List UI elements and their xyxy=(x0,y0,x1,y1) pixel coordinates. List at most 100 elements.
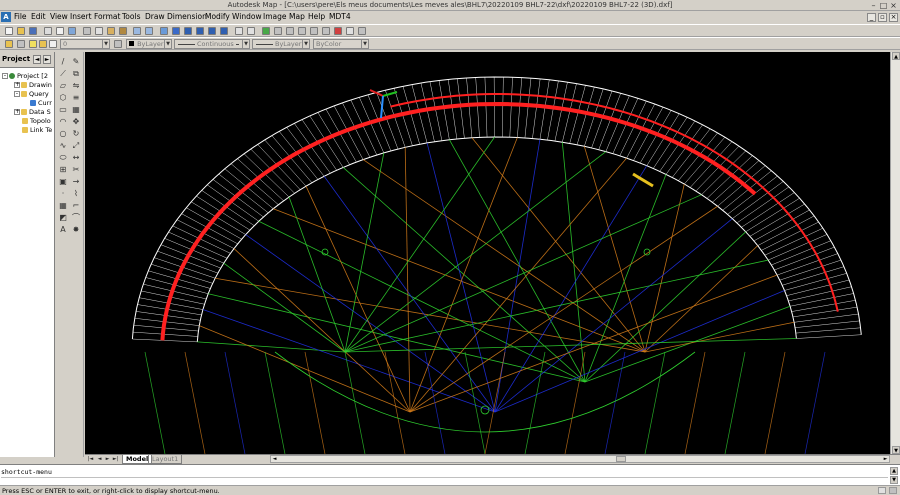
spline-icon[interactable]: ∿ xyxy=(59,142,67,150)
fillet-icon[interactable]: ⌒ xyxy=(72,214,80,222)
drawing-canvas[interactable] xyxy=(85,52,890,454)
new-icon[interactable] xyxy=(5,27,13,35)
tool-palettes-icon[interactable] xyxy=(322,27,330,35)
vertical-scrollbar[interactable]: ▲ ▼ xyxy=(890,52,900,454)
menu-map[interactable]: Map xyxy=(289,12,305,21)
chevron-left-icon[interactable]: ◄ xyxy=(33,55,41,64)
menu-dimension[interactable]: Dimension xyxy=(167,12,207,21)
cut-icon[interactable] xyxy=(83,27,91,35)
menu-insert[interactable]: Insert xyxy=(70,12,92,21)
save-icon[interactable] xyxy=(29,27,37,35)
design-center-icon[interactable] xyxy=(310,27,318,35)
hyperlink-icon[interactable] xyxy=(160,27,168,35)
calculator-icon[interactable] xyxy=(346,27,354,35)
trim-icon[interactable]: ✂ xyxy=(72,166,80,174)
erase-icon[interactable]: ✎ xyxy=(72,58,80,66)
polygon-icon[interactable]: ⬡ xyxy=(59,94,67,102)
array-icon[interactable]: ▦ xyxy=(72,106,80,114)
menu-view[interactable]: View xyxy=(50,12,68,21)
make-block-icon[interactable]: ▣ xyxy=(59,178,67,186)
copy-icon[interactable] xyxy=(95,27,103,35)
menu-image[interactable]: Image xyxy=(263,12,287,21)
close-icon[interactable]: × xyxy=(889,1,898,10)
insert-block-icon[interactable]: ⊞ xyxy=(59,166,67,174)
last-tab-icon[interactable]: ►| xyxy=(112,456,119,463)
chamfer-icon[interactable]: ⌐ xyxy=(72,202,80,210)
stretch-icon[interactable]: ↔ xyxy=(72,154,80,162)
properties-icon[interactable] xyxy=(298,27,306,35)
3d-orbit-icon[interactable] xyxy=(208,27,216,35)
layer-on-icon[interactable] xyxy=(29,40,37,48)
prev-tab-icon[interactable]: ◄ xyxy=(96,456,103,463)
layer-previous-icon[interactable] xyxy=(17,40,25,48)
zoom-realtime-icon[interactable] xyxy=(247,27,255,35)
mirror-icon[interactable]: ⇋ xyxy=(72,82,80,90)
minimize-icon[interactable]: – xyxy=(869,1,878,10)
menu-draw[interactable]: Draw xyxy=(145,12,165,21)
region-icon[interactable]: ◩ xyxy=(59,214,67,222)
undo-icon[interactable] xyxy=(133,27,141,35)
arc-icon[interactable]: ◠ xyxy=(59,118,67,126)
point-icon[interactable]: · xyxy=(59,190,67,198)
maximize-icon[interactable]: □ xyxy=(879,1,888,10)
plotstyle-dropdown[interactable]: ByColor ▼ xyxy=(313,39,369,49)
match-properties-icon[interactable] xyxy=(119,27,127,35)
tree-item-data-sources[interactable]: + Data S xyxy=(14,108,51,116)
layer-manager-icon[interactable] xyxy=(5,40,13,48)
tree-root[interactable]: - Project [2 xyxy=(2,72,48,80)
print-icon[interactable] xyxy=(44,27,52,35)
ucs-icon[interactable] xyxy=(172,27,180,35)
mdi-restore-icon[interactable]: ▫ xyxy=(878,13,887,22)
shade-icon[interactable] xyxy=(220,27,228,35)
rectangle-icon[interactable]: ▭ xyxy=(59,106,67,114)
linetype-dropdown[interactable]: Continuous ▼ xyxy=(174,39,250,49)
app-icon[interactable]: A xyxy=(1,12,11,22)
collapse-icon[interactable]: - xyxy=(2,73,8,79)
zoom-extents-icon[interactable] xyxy=(286,27,294,35)
markup-icon[interactable] xyxy=(334,27,342,35)
text-icon[interactable]: A xyxy=(59,226,67,234)
next-tab-icon[interactable]: ► xyxy=(104,456,111,463)
mdi-minimize-icon[interactable]: _ xyxy=(867,13,876,22)
construction-line-icon[interactable]: ⟋ xyxy=(59,70,67,78)
tray-settings-icon[interactable] xyxy=(878,487,886,494)
object-snap-icon[interactable] xyxy=(184,27,192,35)
layer-dropdown[interactable]: 0 ▼ xyxy=(60,39,110,49)
menu-file[interactable]: File xyxy=(14,12,27,21)
command-input[interactable] xyxy=(1,477,888,484)
scale-icon[interactable]: ⤢ xyxy=(72,142,80,150)
scroll-up-icon[interactable]: ▲ xyxy=(890,467,898,475)
menu-format[interactable]: Format xyxy=(94,12,120,21)
copy-icon[interactable]: ⧉ xyxy=(72,70,80,78)
named-views-icon[interactable] xyxy=(196,27,204,35)
tree-item-drawings[interactable]: + Drawin xyxy=(14,81,52,89)
zoom-previous-icon[interactable] xyxy=(274,27,282,35)
scroll-down-icon[interactable]: ▼ xyxy=(890,476,898,484)
scroll-up-icon[interactable]: ▲ xyxy=(892,52,900,60)
offset-icon[interactable]: ≡ xyxy=(72,94,80,102)
horizontal-scrollbar[interactable]: ◄ ► xyxy=(270,455,890,463)
line-icon[interactable]: / xyxy=(59,58,67,66)
rotate-icon[interactable]: ↻ xyxy=(72,130,80,138)
tree-item-query[interactable]: - Query xyxy=(14,90,49,98)
open-icon[interactable] xyxy=(17,27,25,35)
scroll-left-icon[interactable]: ◄ xyxy=(271,456,278,462)
tree-item-current-query[interactable]: Curr xyxy=(30,99,52,107)
menu-mdt4[interactable]: MDT4 xyxy=(329,12,351,21)
print-preview-icon[interactable] xyxy=(56,27,64,35)
tree-item-topologies[interactable]: Topolo xyxy=(22,117,51,125)
zoom-window-icon[interactable] xyxy=(262,27,270,35)
tree-item-link-templates[interactable]: Link Te xyxy=(22,126,52,134)
mdi-close-icon[interactable]: × xyxy=(889,13,898,22)
tray-lock-icon[interactable] xyxy=(889,487,897,494)
collapse-icon[interactable]: - xyxy=(14,91,20,97)
menu-modify[interactable]: Modify xyxy=(205,12,230,21)
scroll-thumb[interactable] xyxy=(616,456,626,462)
command-line[interactable]: shortcut-menu ▲ ▼ xyxy=(0,464,900,485)
hatch-icon[interactable]: ▦ xyxy=(59,202,67,210)
expand-icon[interactable]: + xyxy=(14,82,20,88)
help-icon[interactable] xyxy=(358,27,366,35)
break-icon[interactable]: ⌇ xyxy=(72,190,80,198)
paste-icon[interactable] xyxy=(107,27,115,35)
menu-tools[interactable]: Tools xyxy=(122,12,140,21)
